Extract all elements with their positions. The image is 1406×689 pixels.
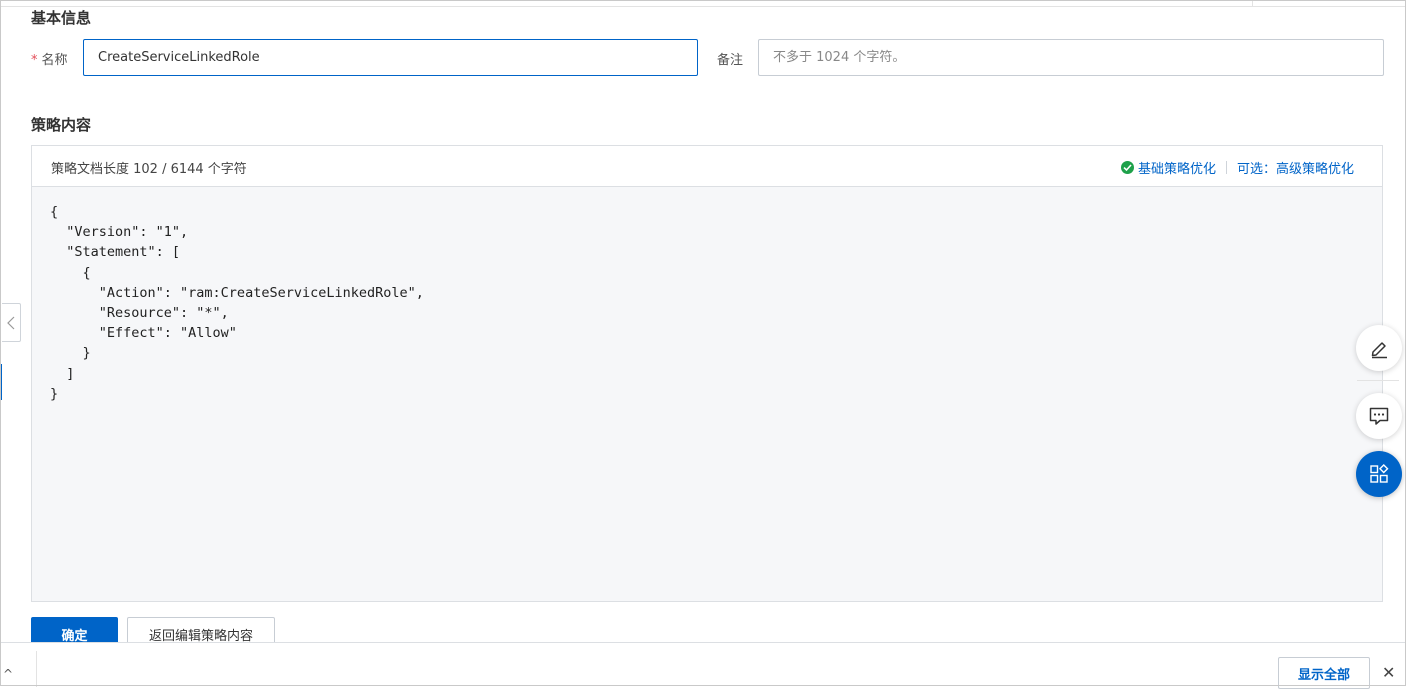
policy-length: 策略文档长度 102 / 6144 个字符 <box>51 162 247 177</box>
float-feedback-button[interactable] <box>1356 393 1402 439</box>
show-all-button[interactable]: 显示全部 <box>1278 657 1370 689</box>
optimize-options: 基础策略优化 可选：高级策略优化 <box>1120 158 1354 177</box>
policy-code[interactable]: { "Version": "1", "Statement": [ { "Acti… <box>50 202 424 404</box>
basic-optimize-link[interactable]: 基础策略优化 <box>1138 158 1216 177</box>
basic-info-title: 基本信息 <box>31 9 92 27</box>
top-divider <box>0 6 1406 7</box>
side-collapse-tab[interactable] <box>2 303 21 342</box>
required-mark: * <box>31 53 38 68</box>
policy-editor-header: 策略文档长度 102 / 6144 个字符 基础策略优化 可选：高级策略优化 <box>32 146 1382 187</box>
side-accent <box>0 364 2 400</box>
policy-editor[interactable]: 策略文档长度 102 / 6144 个字符 基础策略优化 可选：高级策略优化 {… <box>31 145 1383 602</box>
policy-content-title: 策略内容 <box>31 116 92 134</box>
edit-icon <box>1371 342 1387 359</box>
bottom-bar: ^ 显示全部 ✕ <box>0 642 1406 689</box>
top-notch <box>1252 0 1253 6</box>
check-circle-icon <box>1120 161 1134 174</box>
name-label-text: 名称 <box>41 53 68 68</box>
float-edit-button[interactable] <box>1356 325 1402 371</box>
apps-icon <box>1370 464 1389 483</box>
optimize-separator <box>1225 161 1227 174</box>
remark-label: 备注 <box>717 53 744 68</box>
advanced-optimize-link[interactable]: 可选：高级策略优化 <box>1237 158 1354 177</box>
chevron-left-icon <box>7 316 15 329</box>
float-apps-button[interactable] <box>1356 451 1402 497</box>
float-divider <box>1357 380 1399 381</box>
chat-icon <box>1369 407 1389 425</box>
caret-up-icon[interactable]: ^ <box>3 667 13 681</box>
close-icon[interactable]: ✕ <box>1382 663 1395 682</box>
name-label: * 名称 <box>31 49 68 68</box>
remark-input[interactable] <box>758 39 1384 76</box>
bottom-divider <box>36 651 37 687</box>
name-input[interactable] <box>83 39 698 76</box>
